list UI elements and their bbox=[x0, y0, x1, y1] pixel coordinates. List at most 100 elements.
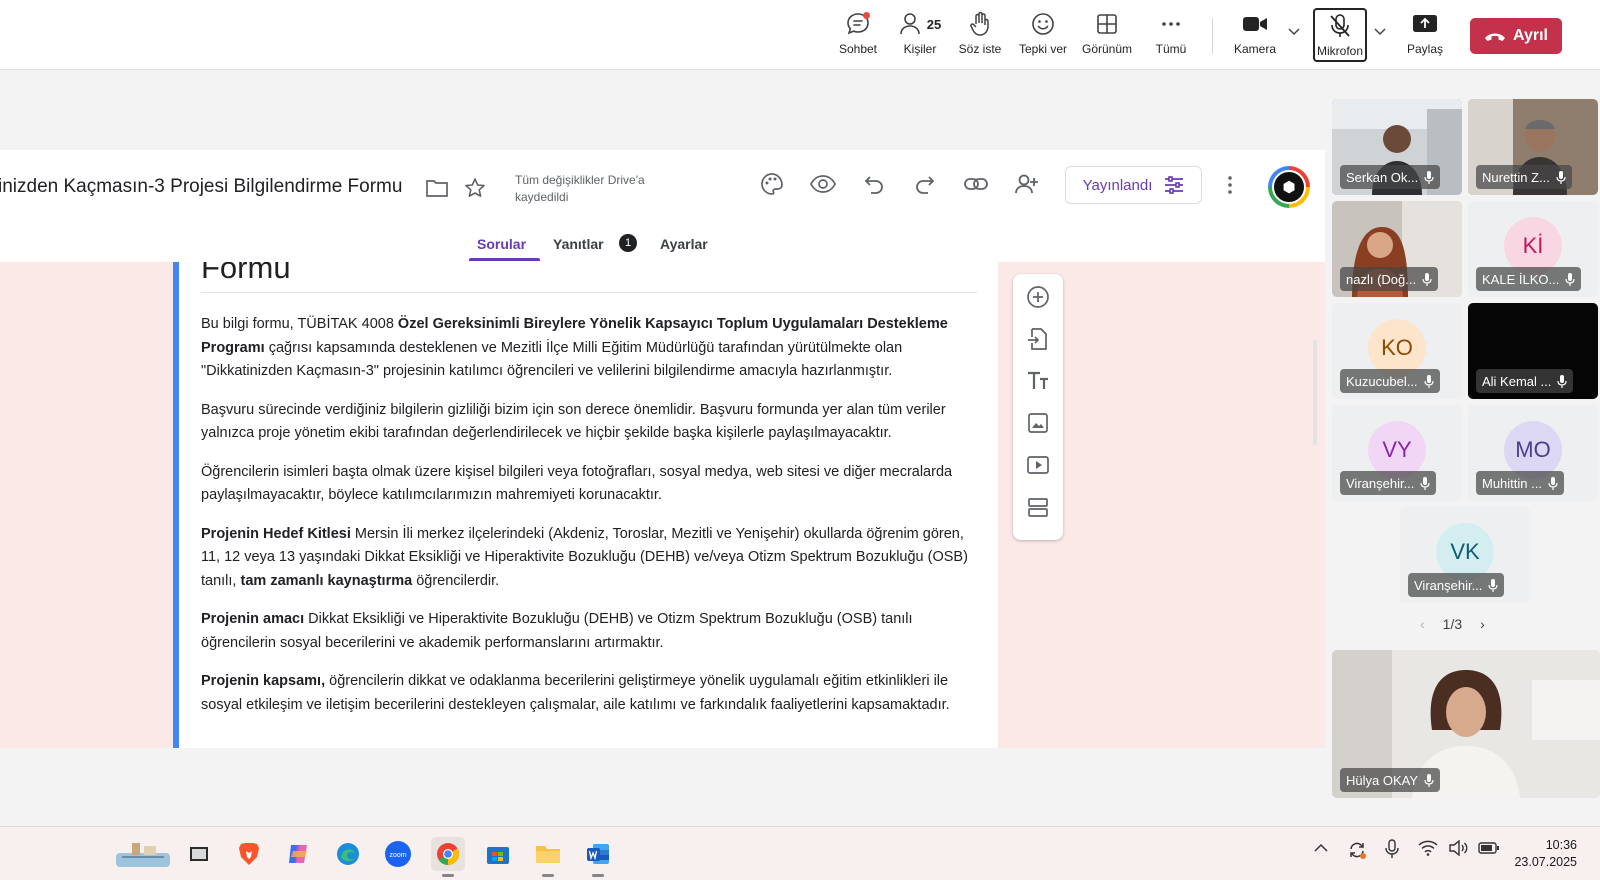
add-question-icon[interactable] bbox=[1025, 284, 1051, 309]
form-heading[interactable]: Formu bbox=[201, 262, 291, 286]
form-description-card[interactable]: Formu Bu bilgi formu, TÜBİTAK 4008 Özel … bbox=[173, 262, 998, 748]
shared-screen: inizden Kaçmasın-3 Projesi Bilgilendirme… bbox=[0, 150, 1325, 748]
phone-hangup-icon bbox=[1485, 33, 1505, 41]
volume-icon[interactable] bbox=[1448, 840, 1468, 856]
participant-name-tag: Nurettin Z... bbox=[1476, 165, 1572, 189]
leave-button[interactable]: Ayrıl bbox=[1470, 18, 1562, 54]
desc-paragraph-3: Öğrencilerin isimleri başta olmak üzere … bbox=[201, 463, 953, 504]
more-label: Tümü bbox=[1155, 42, 1187, 56]
more-dots-icon bbox=[1159, 10, 1183, 38]
self-view-overlay: Hülya OKAY bbox=[1332, 650, 1600, 798]
redo-icon[interactable] bbox=[913, 172, 937, 196]
import-questions-icon[interactable] bbox=[1025, 326, 1051, 351]
chevron-left-icon[interactable]: ‹ bbox=[1420, 616, 1425, 632]
participant-tile[interactable]: KO Kuzucubel... bbox=[1332, 303, 1462, 399]
more-button[interactable]: Tümü bbox=[1146, 10, 1196, 62]
chevron-right-icon[interactable]: › bbox=[1480, 616, 1485, 632]
heading-divider bbox=[201, 292, 977, 293]
participant-name-tag: KALE İLKO... bbox=[1476, 267, 1582, 291]
microphone-tray-icon[interactable] bbox=[1385, 839, 1399, 859]
sync-icon[interactable] bbox=[1347, 840, 1367, 860]
gallery-pager: ‹ 1/3 › bbox=[1420, 616, 1485, 632]
edge-icon[interactable] bbox=[331, 837, 365, 871]
page-indicator: 1/3 bbox=[1442, 616, 1463, 632]
move-to-folder-icon[interactable] bbox=[425, 178, 449, 198]
mic-muted-icon bbox=[1424, 171, 1434, 184]
brave-icon[interactable] bbox=[232, 837, 266, 871]
participant-tile[interactable]: Ali Kemal ... bbox=[1468, 303, 1598, 399]
add-collaborator-icon[interactable] bbox=[1014, 172, 1040, 196]
form-description[interactable]: Bu bilgi formu, TÜBİTAK 4008 Özel Gereks… bbox=[201, 313, 983, 732]
mic-options-chevron-icon[interactable] bbox=[1374, 28, 1386, 36]
taskbar-clock[interactable]: 10:36 23.07.2025 bbox=[1505, 837, 1577, 871]
widgets-icon[interactable] bbox=[113, 837, 173, 871]
link-icon[interactable] bbox=[963, 172, 989, 196]
published-button[interactable]: Yayınlandı bbox=[1065, 166, 1202, 204]
share-label: Paylaş bbox=[1406, 42, 1444, 56]
participant-tile[interactable]: Nurettin Z... bbox=[1468, 99, 1598, 195]
add-title-icon[interactable] bbox=[1025, 368, 1051, 393]
publish-settings-icon bbox=[1165, 176, 1184, 194]
tab-settings[interactable]: Ayarlar bbox=[660, 236, 708, 252]
participant-tile[interactable]: nazlı (Doğ... bbox=[1332, 201, 1462, 297]
add-video-icon[interactable] bbox=[1025, 452, 1051, 477]
self-view-tile[interactable]: Hülya OKAY bbox=[1332, 650, 1600, 798]
copilot-icon[interactable] bbox=[281, 837, 315, 871]
wifi-icon[interactable] bbox=[1418, 840, 1438, 856]
camera-button[interactable]: Kamera bbox=[1228, 10, 1282, 62]
participant-tile[interactable]: Kİ KALE İLKO... bbox=[1468, 201, 1598, 297]
people-button[interactable]: 25 Kişiler bbox=[895, 10, 945, 62]
save-status: Tüm değişiklikler Drive'a kaydedildi bbox=[515, 173, 645, 204]
svg-text:zoom: zoom bbox=[389, 852, 406, 859]
battery-icon[interactable] bbox=[1478, 842, 1500, 854]
camera-options-chevron-icon[interactable] bbox=[1288, 28, 1300, 36]
participant-name-tag: Viranşehir... bbox=[1340, 471, 1437, 495]
account-avatar-icon: ⬢ bbox=[1272, 170, 1306, 204]
microphone-button[interactable]: Mikrofon bbox=[1313, 8, 1367, 62]
desc-paragraph-2: Başvuru sürecinde verdiğiniz bilgilerin … bbox=[201, 401, 946, 442]
raise-hand-button[interactable]: Söz iste bbox=[955, 10, 1005, 62]
undo-icon[interactable] bbox=[862, 172, 886, 196]
share-screen-icon bbox=[1412, 10, 1438, 38]
chat-label: Sohbet bbox=[838, 42, 878, 56]
star-icon[interactable] bbox=[464, 177, 486, 199]
folder-icon[interactable] bbox=[531, 837, 565, 877]
store-icon[interactable] bbox=[481, 837, 515, 871]
react-button[interactable]: Tepki ver bbox=[1018, 10, 1068, 62]
responses-count-badge: 1 bbox=[619, 234, 637, 252]
people-icon bbox=[899, 13, 920, 35]
participant-name-tag: Muhittin ... bbox=[1476, 471, 1564, 495]
active-tab-indicator bbox=[469, 258, 540, 261]
chrome-icon[interactable] bbox=[431, 837, 465, 877]
word-icon[interactable] bbox=[581, 837, 615, 877]
show-hidden-icons-chevron-icon[interactable] bbox=[1314, 843, 1328, 853]
zoom-icon[interactable]: zoom bbox=[381, 837, 415, 871]
participant-tile[interactable]: MO Muhittin ... bbox=[1468, 405, 1598, 501]
participant-tile[interactable]: VK Viranşehir... bbox=[1400, 507, 1530, 603]
desc-paragraph-4: Projenin Hedef Kitlesi Mersin İli merkez… bbox=[201, 525, 968, 589]
participant-tile[interactable]: Serkan Ok... bbox=[1332, 99, 1462, 195]
tab-responses[interactable]: Yanıtlar bbox=[553, 236, 604, 252]
participant-name-tag: nazlı (Doğ... bbox=[1340, 267, 1439, 291]
grid-view-icon bbox=[1095, 10, 1119, 38]
more-vert-icon[interactable] bbox=[1226, 174, 1234, 196]
add-section-icon[interactable] bbox=[1025, 494, 1051, 519]
desc-paragraph-6: Projenin kapsamı, öğrencilerin dikkat ve… bbox=[201, 673, 950, 713]
share-button[interactable]: Paylaş bbox=[1400, 10, 1450, 62]
chat-button[interactable]: Sohbet bbox=[833, 10, 883, 62]
preview-eye-icon[interactable] bbox=[809, 171, 837, 197]
participant-tile[interactable]: VY Viranşehir... bbox=[1332, 405, 1462, 501]
file-explorer-icon[interactable] bbox=[182, 837, 216, 871]
form-document-title[interactable]: inizden Kaçmasın-3 Projesi Bilgilendirme… bbox=[0, 176, 402, 198]
account-avatar[interactable]: ⬢ bbox=[1268, 166, 1310, 208]
react-label: Tepki ver bbox=[1018, 42, 1068, 56]
palette-icon[interactable] bbox=[759, 171, 785, 197]
shared-scrollbar[interactable] bbox=[1313, 340, 1317, 445]
mic-muted-icon bbox=[1557, 375, 1567, 388]
view-button[interactable]: Görünüm bbox=[1082, 10, 1132, 62]
tab-questions[interactable]: Sorular bbox=[477, 236, 526, 252]
mic-muted-icon bbox=[1565, 273, 1575, 286]
mic-muted-icon bbox=[1423, 375, 1434, 388]
add-image-icon[interactable] bbox=[1025, 410, 1051, 435]
raise-hand-label: Söz iste bbox=[958, 42, 1002, 56]
